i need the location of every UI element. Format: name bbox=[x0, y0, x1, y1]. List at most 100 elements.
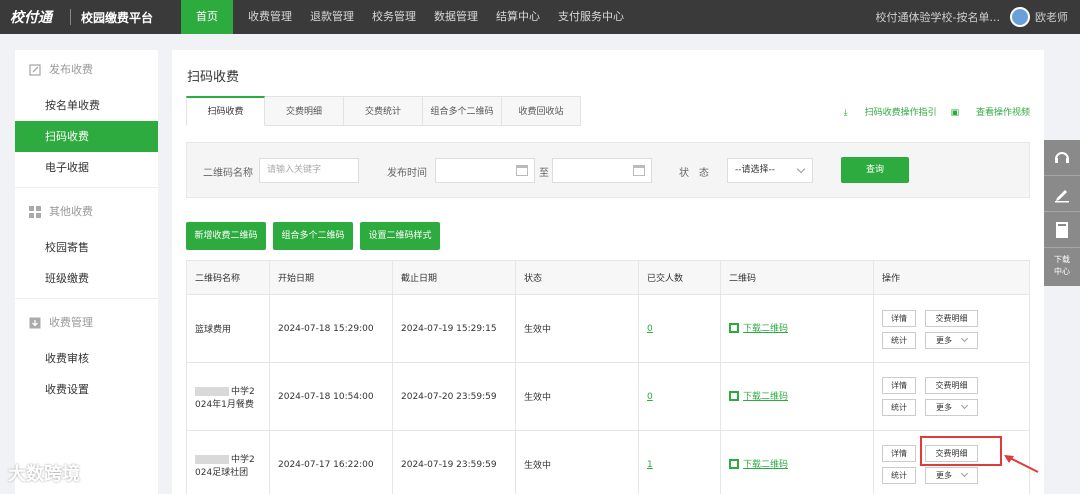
grid-icon bbox=[29, 206, 41, 218]
row-status: 生效中 bbox=[515, 362, 639, 431]
col-actions: 操作 bbox=[873, 260, 1030, 295]
nav-payment-service[interactable]: 支付服务中心 bbox=[549, 0, 633, 34]
row-status: 生效中 bbox=[515, 430, 639, 494]
start-date-input[interactable] bbox=[435, 158, 535, 183]
download-qr-link[interactable]: 下载二维码 bbox=[729, 457, 788, 470]
nav-data-management[interactable]: 数据管理 bbox=[425, 0, 487, 34]
col-start-date: 开始日期 bbox=[269, 260, 393, 295]
redacted-block bbox=[195, 454, 229, 464]
more-dropdown[interactable]: 更多 bbox=[925, 399, 978, 416]
school-name[interactable]: 校付通体验学校-按名单... bbox=[876, 9, 1000, 25]
row-start: 2024-07-18 15:29:00 bbox=[269, 294, 393, 363]
paid-count-link[interactable]: 0 bbox=[647, 392, 653, 402]
video-link[interactable]: ▣ 查看操作视频 bbox=[951, 105, 1030, 118]
stats-button[interactable]: 统计 bbox=[882, 467, 916, 484]
detail-button[interactable]: 详情 bbox=[882, 310, 916, 327]
headset-icon bbox=[1055, 151, 1069, 163]
row-name: 中学2 024足球社团 bbox=[186, 430, 270, 494]
col-paid-count: 已交人数 bbox=[638, 260, 721, 295]
sidebar-item-list-fee[interactable]: 按名单收费 bbox=[15, 90, 158, 121]
to-label: 至 bbox=[539, 168, 549, 179]
guide-link[interactable]: ⤓ 扫码收费操作指引 bbox=[844, 105, 937, 118]
qr-code-icon bbox=[729, 390, 739, 401]
more-dropdown[interactable]: 更多 bbox=[925, 467, 978, 484]
download-center-label: 下载中心 bbox=[1054, 255, 1070, 276]
col-status: 状态 bbox=[515, 260, 639, 295]
sidebar-item-consignment[interactable]: 校园寄售 bbox=[15, 232, 158, 263]
download-qr-link[interactable]: 下载二维码 bbox=[729, 321, 788, 334]
main-panel: 扫码收费 扫码收费 交费明细 交费统计 组合多个二维码 收费回收站 ⤓ 扫码收费… bbox=[172, 50, 1044, 494]
qr-style-button[interactable]: 设置二维码样式 bbox=[360, 222, 440, 250]
page-title: 扫码收费 bbox=[187, 70, 240, 85]
feedback-button[interactable] bbox=[1044, 176, 1080, 212]
pen-icon bbox=[1055, 189, 1069, 202]
manual-button[interactable] bbox=[1044, 212, 1080, 248]
pay-details-button[interactable]: 交费明细 bbox=[925, 310, 978, 327]
platform-title: 校园缴费平台 bbox=[81, 10, 154, 25]
tab-pay-details[interactable]: 交费明细 bbox=[265, 96, 344, 126]
tab-pay-stats[interactable]: 交费统计 bbox=[344, 96, 423, 126]
row-count: 0 bbox=[638, 362, 721, 431]
stats-button[interactable]: 统计 bbox=[882, 399, 916, 416]
download-qr-link[interactable]: 下载二维码 bbox=[729, 389, 788, 402]
row-qr: 下载二维码 bbox=[720, 430, 874, 494]
qr-name-input[interactable]: 请输入关键字 bbox=[259, 158, 359, 183]
tab-recycle-bin[interactable]: 收费回收站 bbox=[502, 96, 581, 126]
tab-combine-qr[interactable]: 组合多个二维码 bbox=[423, 96, 502, 126]
status-label: 状 态 bbox=[679, 168, 709, 179]
sidebar-group-other: 其他收费 bbox=[15, 192, 158, 232]
row-name: 中学2 024年1月餐费 bbox=[186, 362, 270, 431]
row-qr: 下载二维码 bbox=[720, 362, 874, 431]
float-toolbar: 下载中心 bbox=[1044, 140, 1080, 286]
paid-count-link[interactable]: 0 bbox=[647, 324, 653, 334]
sidebar: 发布收费 按名单收费 扫码收费 电子收据 其他收费 校园寄售 班级缴费 收费管理… bbox=[15, 50, 158, 494]
sidebar-item-e-receipt[interactable]: 电子收据 bbox=[15, 152, 158, 183]
query-button[interactable]: 查询 bbox=[841, 157, 909, 183]
tab-scan-fee[interactable]: 扫码收费 bbox=[186, 96, 265, 126]
nav-refund-management[interactable]: 退款管理 bbox=[301, 0, 363, 34]
qr-code-icon bbox=[729, 458, 739, 469]
row-name: 篮球费用 bbox=[186, 294, 270, 363]
book-icon bbox=[1056, 221, 1068, 238]
qr-table: 二维码名称 开始日期 截止日期 状态 已交人数 二维码 操作 篮球费用 2024… bbox=[186, 260, 1030, 494]
status-select[interactable]: --请选择-- bbox=[727, 158, 813, 183]
col-end-date: 截止日期 bbox=[392, 260, 516, 295]
filter-bar: 二维码名称 请输入关键字 发布时间 至 状 态 --请选择-- 查询 bbox=[186, 142, 1030, 198]
more-dropdown[interactable]: 更多 bbox=[925, 332, 978, 349]
nav-home[interactable]: 首页 bbox=[181, 0, 234, 34]
table-row: 篮球费用 2024-07-18 15:29:00 2024-07-19 15:2… bbox=[186, 294, 1030, 363]
col-qr-name: 二维码名称 bbox=[186, 260, 270, 295]
paid-count-link[interactable]: 1 bbox=[647, 460, 653, 470]
download-center-button[interactable]: 下载中心 bbox=[1044, 248, 1080, 284]
download-box-icon bbox=[29, 317, 41, 329]
publish-time-label: 发布时间 bbox=[387, 168, 427, 179]
qr-name-label: 二维码名称 bbox=[203, 168, 253, 179]
sidebar-item-scan-fee[interactable]: 扫码收费 bbox=[15, 121, 158, 152]
detail-button[interactable]: 详情 bbox=[882, 445, 916, 462]
sidebar-item-fee-settings[interactable]: 收费设置 bbox=[15, 374, 158, 405]
chevron-down-icon bbox=[960, 469, 969, 478]
detail-button[interactable]: 详情 bbox=[882, 377, 916, 394]
nav-settlement[interactable]: 结算中心 bbox=[487, 0, 549, 34]
table-row: 中学2 024年1月餐费 2024-07-18 10:54:00 2024-07-… bbox=[186, 362, 1030, 431]
add-qr-button[interactable]: 新增收费二维码 bbox=[186, 222, 266, 250]
chevron-down-icon bbox=[796, 164, 806, 174]
user-name[interactable]: 欧老师 bbox=[1035, 9, 1068, 25]
nav-school-affairs[interactable]: 校务管理 bbox=[363, 0, 425, 34]
combine-qr-button[interactable]: 组合多个二维码 bbox=[273, 222, 353, 250]
sidebar-item-class-fee[interactable]: 班级缴费 bbox=[15, 263, 158, 294]
row-start: 2024-07-18 10:54:00 bbox=[269, 362, 393, 431]
sidebar-item-fee-review[interactable]: 收费审核 bbox=[15, 343, 158, 374]
pay-details-button[interactable]: 交费明细 bbox=[925, 377, 978, 394]
row-count: 1 bbox=[638, 430, 721, 494]
avatar[interactable] bbox=[1010, 7, 1030, 27]
end-date-input[interactable] bbox=[552, 158, 652, 183]
table-row: 中学2 024足球社团 2024-07-17 16:22:00 2024-07-1… bbox=[186, 430, 1030, 494]
customer-service-button[interactable] bbox=[1044, 140, 1080, 176]
nav-fee-management[interactable]: 收费管理 bbox=[239, 0, 301, 34]
sidebar-divider bbox=[15, 298, 158, 299]
stats-button[interactable]: 统计 bbox=[882, 332, 916, 349]
tab-bar: 扫码收费 交费明细 交费统计 组合多个二维码 收费回收站 bbox=[186, 96, 581, 126]
sidebar-divider bbox=[15, 187, 158, 188]
chevron-down-icon bbox=[960, 334, 969, 343]
